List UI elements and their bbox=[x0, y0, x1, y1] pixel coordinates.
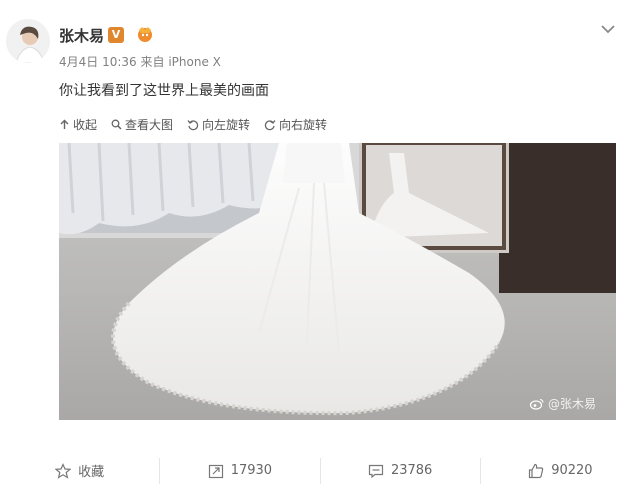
thumbs-up-icon bbox=[529, 463, 544, 478]
post-meta: 4月4日 10:36 来自 iPhone X bbox=[59, 53, 221, 70]
rotate-left-icon bbox=[187, 119, 199, 130]
comment-button[interactable]: 23786 bbox=[319, 457, 480, 484]
member-badge-icon[interactable] bbox=[135, 24, 155, 44]
weibo-logo-icon bbox=[529, 398, 544, 410]
watermark-text: @张木易 bbox=[547, 397, 596, 411]
view-large-button[interactable]: 查看大图 bbox=[111, 116, 173, 133]
rotate-left-button[interactable]: 向左旋转 bbox=[187, 116, 250, 133]
post-text: 你让我看到了这世界上最美的画面 bbox=[59, 83, 269, 99]
verified-badge: V bbox=[108, 27, 124, 43]
comment-icon bbox=[368, 464, 384, 478]
star-icon bbox=[55, 462, 72, 479]
chevron-down-icon[interactable] bbox=[600, 20, 616, 34]
rotate-right-icon bbox=[264, 119, 276, 130]
like-button[interactable]: 90220 bbox=[479, 457, 640, 484]
zoom-icon bbox=[111, 119, 122, 130]
source-text: 来自 iPhone X bbox=[140, 55, 221, 69]
collapse-arrow-icon bbox=[60, 119, 69, 129]
favorite-label: 收藏 bbox=[78, 465, 105, 480]
post-image[interactable]: @张木易 bbox=[59, 143, 616, 420]
image-toolbar: 收起 查看大图 向左旋转 向右旋转 bbox=[59, 116, 327, 133]
action-bar: 收藏 17930 23786 90220 bbox=[0, 447, 640, 494]
favorite-button[interactable]: 收藏 bbox=[0, 458, 159, 484]
timestamp-link[interactable]: 4月4日 10:36 bbox=[59, 55, 137, 69]
rotate-right-label: 向右旋转 bbox=[279, 118, 328, 132]
rotate-right-button[interactable]: 向右旋转 bbox=[264, 116, 327, 133]
avatar[interactable] bbox=[6, 19, 50, 63]
repost-count: 17930 bbox=[230, 463, 273, 478]
image-watermark: @张木易 bbox=[529, 395, 596, 412]
comment-count: 23786 bbox=[390, 463, 433, 478]
view-large-label: 查看大图 bbox=[125, 118, 174, 132]
collapse-button[interactable]: 收起 bbox=[59, 116, 97, 133]
wedding-dress-photo bbox=[59, 143, 616, 420]
rotate-left-label: 向左旋转 bbox=[202, 118, 251, 132]
repost-icon bbox=[208, 464, 223, 478]
username[interactable]: 张木易 bbox=[59, 25, 104, 46]
collapse-label: 收起 bbox=[73, 118, 98, 132]
repost-button[interactable]: 17930 bbox=[159, 457, 319, 484]
like-count: 90220 bbox=[551, 463, 593, 478]
